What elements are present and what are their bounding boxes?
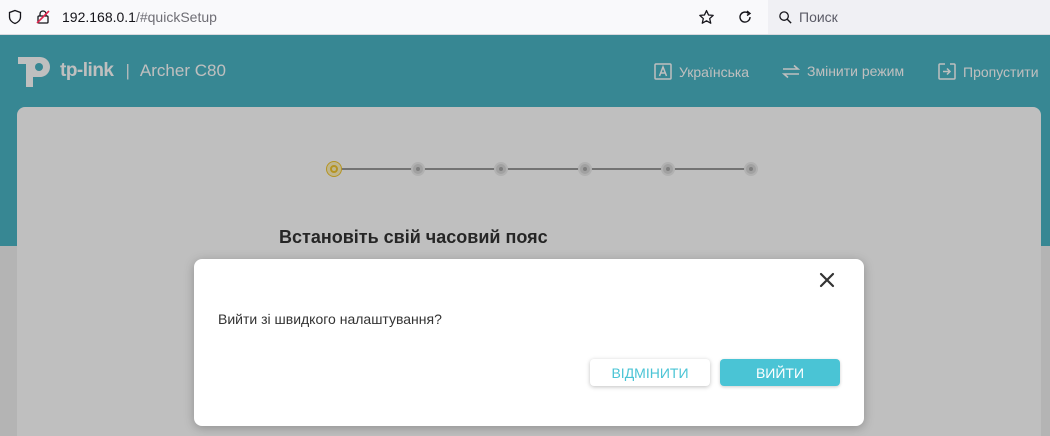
router-page: tp-link | Archer C80 Українська Змінити …	[0, 35, 1050, 436]
url-host: 192.168.0.1	[62, 9, 136, 25]
dialog-message: Вийти зі швидкого налаштування?	[218, 311, 442, 327]
exit-dialog: Вийти зі швидкого налаштування? ВІДМІНИТ…	[194, 259, 864, 426]
url-path: /#quickSetup	[135, 9, 217, 25]
bookmark-star-icon[interactable]	[697, 8, 715, 26]
close-icon[interactable]	[818, 271, 836, 289]
insecure-lock-icon[interactable]	[34, 8, 52, 26]
search-icon	[776, 8, 794, 26]
browser-toolbar: 192.168.0.1/#quickSetup Поиск	[0, 0, 1050, 35]
cancel-button[interactable]: ВІДМІНИТИ	[590, 359, 710, 386]
search-input[interactable]: Поиск	[799, 9, 838, 25]
reload-icon[interactable]	[736, 8, 754, 26]
search-box[interactable]: Поиск	[768, 0, 1050, 34]
shield-icon[interactable]	[6, 8, 24, 26]
exit-button[interactable]: ВИЙТИ	[720, 359, 840, 386]
url-text[interactable]: 192.168.0.1/#quickSetup	[62, 9, 217, 25]
address-bar[interactable]: 192.168.0.1/#quickSetup	[0, 0, 768, 34]
